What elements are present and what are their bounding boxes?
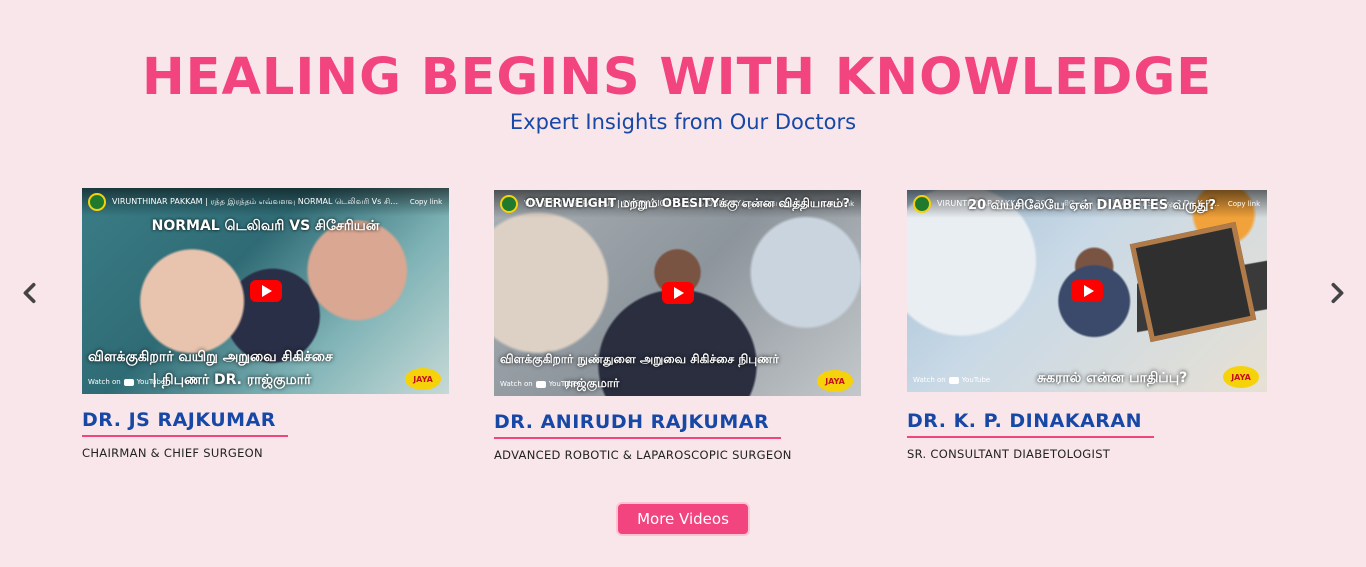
more-videos-button[interactable]: More Videos (616, 502, 750, 536)
page-subheading: Expert Insights from Our Doctors (509, 110, 857, 134)
chevron-left-icon (23, 282, 36, 304)
doctor-card: VIRUNTHINAR PAKKAM | ரத்த இரத்தம் எவ்வளவ… (82, 188, 449, 460)
video-caption: விளக்குகிறார் நுண்துளை அறுவை சிகிச்சை நி… (500, 352, 779, 366)
video-caption: விளக்குகிறார் வயிறு அறுவை சிகிச்சை (88, 349, 333, 365)
channel-badge: JAYA (817, 370, 853, 392)
doctor-role: CHAIRMAN & CHIEF SURGEON (82, 446, 263, 460)
doctor-name: DR. JS RAJKUMAR (82, 409, 288, 437)
doctor-card: VIRUNTHINAR PAKKAM | OVERWEIGHT மற்றும் … (494, 190, 861, 462)
video-title-bar: VIRUNTHINAR PAKKAM | ரத்த இரத்தம் எவ்வளவ… (82, 188, 449, 216)
doctor-role: SR. CONSULTANT DIABETOLOGIST (907, 447, 1111, 461)
video-title[interactable]: VIRUNTHINAR PAKKAM | ரத்த இரத்தம் எவ்வளவ… (112, 197, 403, 207)
video-thumbnail[interactable]: VIRUNTHINAR PAKKAM | OVERWEIGHT மற்றும் … (494, 190, 861, 396)
video-thumbnail[interactable]: VIRUNTHINAR PAKKAM | 20 வயசிலேயே ஏன் DIA… (907, 190, 1267, 392)
video-headline: 20 வயசிலேயே ஏன் DIABETES வருது? (968, 198, 1216, 213)
video-headline: OVERWEIGHT மற்றும் OBESITYக்கு என்ன வித்… (525, 196, 850, 210)
play-icon[interactable] (661, 282, 694, 304)
video-caption-secondary: | நிபுணர் DR. ராஜ்குமார் (152, 372, 312, 388)
channel-logo-icon (500, 195, 518, 213)
chevron-right-icon (1331, 282, 1344, 304)
doctor-name: DR. ANIRUDH RAJKUMAR (494, 411, 782, 439)
watch-on-label: Watch on (88, 378, 121, 386)
video-caption-secondary: ராஜ்குமார் (564, 376, 620, 390)
youtube-icon (948, 376, 959, 384)
watch-on-label: Watch on (500, 380, 533, 388)
watch-on-youtube-link[interactable]: Watch on YouTube (913, 376, 990, 384)
channel-badge: JAYA (405, 368, 441, 390)
youtube-label: YouTube (136, 378, 166, 386)
channel-badge: JAYA (1223, 366, 1259, 388)
doctor-card: VIRUNTHINAR PAKKAM | 20 வயசிலேயே ஏன் DIA… (907, 190, 1267, 461)
youtube-icon (123, 378, 134, 386)
channel-logo-icon (913, 195, 931, 213)
watch-on-youtube-link[interactable]: Watch on YouTube (500, 380, 577, 388)
youtube-label: YouTube (548, 380, 578, 388)
video-thumbnail[interactable]: VIRUNTHINAR PAKKAM | ரத்த இரத்தம் எவ்வளவ… (82, 188, 449, 394)
doctor-role: ADVANCED ROBOTIC & LAPAROSCOPIC SURGEON (494, 448, 792, 462)
youtube-label: YouTube (961, 376, 991, 384)
copy-link-button[interactable]: Copy link (409, 198, 443, 206)
video-caption-secondary: சுகரால் என்ன பாதிப்பு? (1037, 370, 1188, 386)
youtube-icon (535, 380, 546, 388)
page-heading: HEALING BEGINS WITH KNOWLEDGE (141, 48, 1213, 107)
play-icon[interactable] (1071, 280, 1103, 302)
video-headline: NORMAL டெலிவரி VS சிசேரியன் (151, 218, 380, 234)
channel-logo-icon (88, 193, 106, 211)
carousel-prev-button[interactable] (15, 278, 45, 308)
carousel-next-button[interactable] (1322, 278, 1352, 308)
watch-on-label: Watch on (913, 376, 946, 384)
watch-on-youtube-link[interactable]: Watch on YouTube (88, 378, 165, 386)
doctor-name: DR. K. P. DINAKARAN (907, 410, 1155, 438)
play-icon[interactable] (249, 280, 282, 302)
